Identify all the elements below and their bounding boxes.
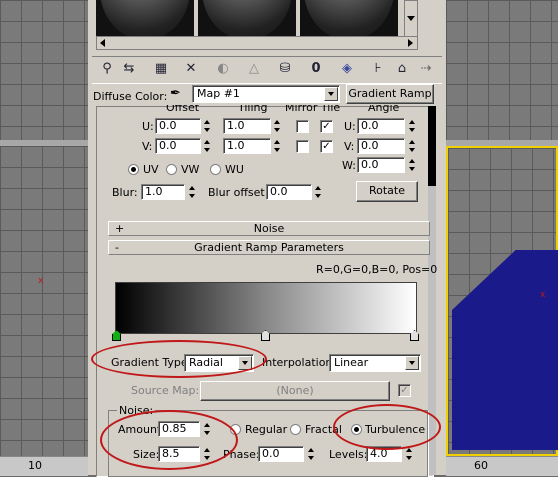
map-name-value: Map #1 <box>197 87 240 100</box>
diffuse-color-label: Diffuse Color: <box>93 90 168 103</box>
timeline-ruler-left <box>0 456 88 476</box>
u-angle-field[interactable]: 0.0 <box>357 118 405 134</box>
axis-marker-right: x <box>540 290 546 300</box>
col-angle-header: Angle <box>368 105 400 113</box>
interpolation-label: Interpolation: <box>262 356 337 369</box>
horizontal-scrollbar[interactable] <box>96 36 418 50</box>
scroll-left-icon[interactable] <box>100 39 105 47</box>
ruler-label-left: 10 <box>28 459 42 472</box>
interpolation-value: Linear <box>334 356 369 369</box>
chevron-down-icon[interactable] <box>324 87 338 101</box>
parameter-scroll-thumb[interactable] <box>428 106 436 186</box>
collapse-minus-icon: - <box>115 241 119 254</box>
rollout-gradient-title: Gradient Ramp Parameters <box>194 241 344 254</box>
v-offset-field[interactable]: 0.0 <box>155 138 201 154</box>
rollout-noise-title: Noise <box>253 222 285 235</box>
v-angle-label: V: <box>344 140 355 153</box>
u-angle-spinner[interactable] <box>408 118 417 134</box>
phase-spinner[interactable] <box>307 446 316 462</box>
blur-field[interactable]: 1.0 <box>141 184 185 200</box>
w-angle-spinner[interactable] <box>408 157 417 173</box>
source-map-checkbox[interactable]: ✓ <box>398 384 411 397</box>
u-offset-spinner[interactable] <box>203 118 212 134</box>
radio-regular-label: Regular <box>245 423 288 436</box>
assign-to-selection-icon[interactable]: ▦ <box>151 59 171 79</box>
v-mirror-checkbox[interactable] <box>296 140 309 153</box>
v-tiling-field[interactable]: 1.0 <box>223 138 271 154</box>
map-name-dropdown[interactable]: Map #1 <box>192 85 340 103</box>
w-angle-label: W: <box>342 159 356 172</box>
viewport-bottom-left[interactable] <box>0 146 88 456</box>
show-end-result-icon[interactable]: ⊦ <box>368 59 388 79</box>
radio-uv[interactable] <box>128 164 139 175</box>
gradient-readout: R=0,G=0,B=0, Pos=0 <box>316 263 438 276</box>
reset-map-icon[interactable]: ✕ <box>181 59 201 79</box>
radio-vw-label: VW <box>181 163 200 176</box>
u-tile-checkbox[interactable]: ✓ <box>320 120 333 133</box>
radio-vw[interactable] <box>166 164 177 175</box>
axis-marker: x <box>38 276 44 286</box>
u-label: U: <box>142 120 154 133</box>
viewport-top-left[interactable] <box>0 0 88 140</box>
pick-material-icon[interactable]: ✒ <box>170 86 181 101</box>
rollout-noise[interactable]: + Noise <box>108 221 430 236</box>
phase-field[interactable]: 0.0 <box>258 446 304 462</box>
w-angle-field[interactable]: 0.0 <box>357 157 405 173</box>
interpolation-dropdown[interactable]: Linear <box>329 354 421 372</box>
radio-fractal[interactable] <box>290 424 301 435</box>
rotate-button[interactable]: Rotate <box>356 181 418 202</box>
source-map-label: Source Map: <box>131 384 200 397</box>
annotation-ellipse-turbulence <box>333 404 441 450</box>
map-type-button[interactable]: Gradient Ramp <box>346 84 434 104</box>
u-angle-label: U: <box>344 120 356 133</box>
put-to-library-icon[interactable]: ⛁ <box>275 59 295 79</box>
blur-label: Blur: <box>112 186 138 199</box>
go-forward-to-sibling-icon[interactable]: ⇢ <box>416 59 436 79</box>
get-material-icon[interactable]: ⚲ <box>97 59 117 79</box>
blur-offset-label: Blur offset: <box>208 186 269 199</box>
u-offset-field[interactable]: 0.0 <box>155 118 201 134</box>
col-tiling-header: Tiling <box>238 105 268 113</box>
chevron-down-icon[interactable] <box>405 356 419 370</box>
material-effects-channel-icon[interactable]: 0 <box>306 59 326 79</box>
rollout-gradient-ramp[interactable]: - Gradient Ramp Parameters <box>108 240 430 255</box>
timeline-ruler-right <box>446 456 558 476</box>
annotation-ellipse-amount-size <box>100 410 238 470</box>
blur-offset-field[interactable]: 0.0 <box>266 184 312 200</box>
v-angle-field[interactable]: 0.0 <box>357 138 405 154</box>
put-to-scene-icon[interactable]: ⇆ <box>119 59 139 79</box>
v-tile-checkbox[interactable]: ✓ <box>320 140 333 153</box>
toolbar <box>92 56 442 84</box>
v-angle-spinner[interactable] <box>408 138 417 154</box>
sample-scroll-down-icon[interactable] <box>407 16 415 21</box>
viewport-top-right[interactable] <box>446 0 558 140</box>
v-label: V: <box>142 140 153 153</box>
u-mirror-checkbox[interactable] <box>296 120 309 133</box>
v-offset-spinner[interactable] <box>203 138 212 154</box>
radio-uv-label: UV <box>143 163 159 176</box>
make-unique-icon[interactable]: △ <box>244 59 264 79</box>
v-tiling-spinner[interactable] <box>273 138 282 154</box>
scroll-right-icon[interactable] <box>408 39 413 47</box>
col-offset-header: Offset <box>166 105 200 113</box>
blur-offset-spinner[interactable] <box>314 184 323 200</box>
source-map-button[interactable]: (None) <box>200 381 390 401</box>
u-tiling-field[interactable]: 1.0 <box>223 118 271 134</box>
col-mirror-tile-header: Mirror Tile <box>285 105 341 113</box>
make-copy-icon[interactable]: ◐ <box>213 59 233 79</box>
show-map-in-viewport-icon[interactable]: ◈ <box>337 59 357 79</box>
radio-wu[interactable] <box>210 164 221 175</box>
ruler-label-right: 60 <box>474 459 488 472</box>
levels-label: Levels: <box>329 448 368 461</box>
expand-plus-icon: + <box>115 222 125 235</box>
u-tiling-spinner[interactable] <box>273 118 282 134</box>
annotation-ellipse-gradient-type <box>91 340 267 378</box>
blur-spinner[interactable] <box>188 184 197 200</box>
go-to-parent-icon[interactable]: ⌂ <box>392 59 412 79</box>
radio-wu-label: WU <box>225 163 244 176</box>
gradient-ramp-bar[interactable] <box>115 282 417 334</box>
